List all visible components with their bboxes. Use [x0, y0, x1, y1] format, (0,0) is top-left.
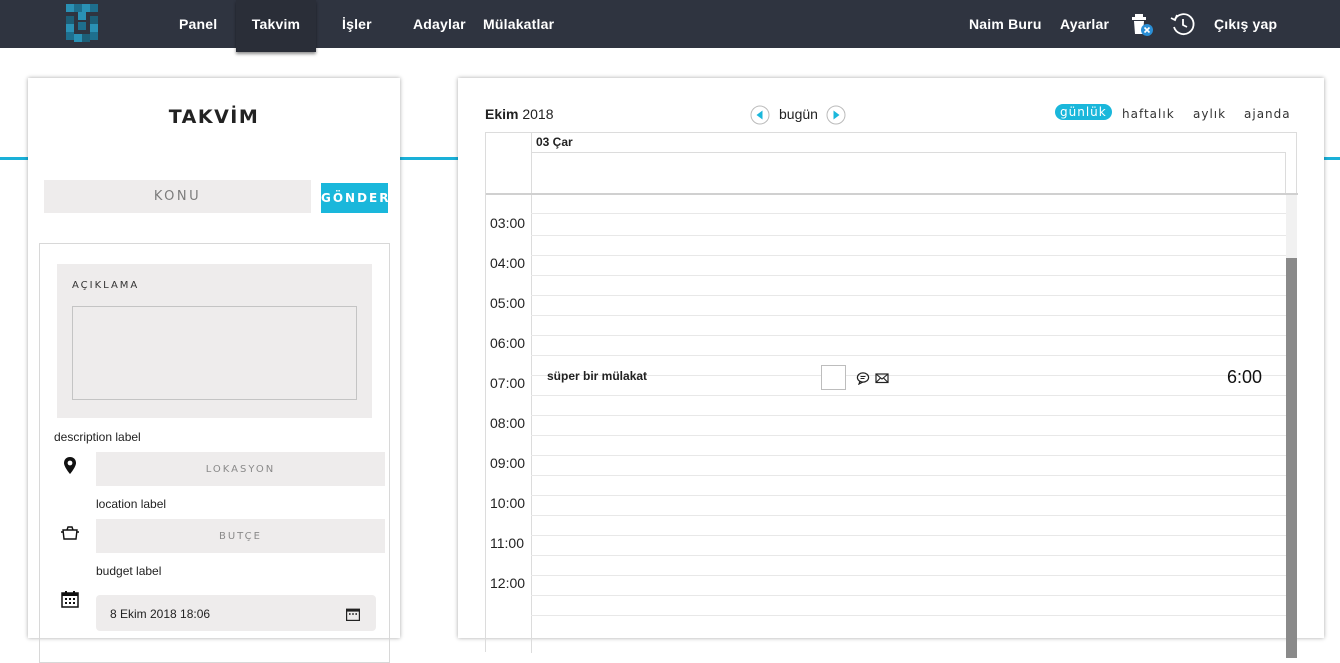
budget-pot-icon [61, 526, 79, 540]
budget-input[interactable] [96, 519, 385, 553]
location-input[interactable] [96, 452, 385, 486]
logout-link[interactable]: Çıkış yap [1214, 0, 1277, 48]
subject-input[interactable] [44, 180, 311, 213]
description-textarea[interactable] [72, 306, 357, 400]
grid-slot-line [531, 395, 1286, 396]
time-label: 05:00 [490, 295, 526, 311]
grid-slot-line [531, 415, 1286, 416]
grid-slot-line [531, 535, 1286, 536]
trash-icon[interactable] [1128, 10, 1156, 38]
date-picker-icon[interactable] [345, 606, 361, 622]
history-icon[interactable] [1169, 10, 1197, 38]
view-weekly[interactable]: haftalık [1122, 107, 1175, 121]
month-title: Ekim 2018 [485, 106, 554, 122]
grid-slot-line [531, 255, 1286, 256]
time-label: 11:00 [490, 535, 524, 551]
day-header[interactable]: 03 Çar [536, 135, 573, 149]
nav-panel[interactable]: Panel [179, 0, 217, 48]
prev-arrow-icon[interactable] [750, 105, 770, 125]
grid-slot-line [531, 555, 1286, 556]
nav-isler[interactable]: İşler [342, 0, 372, 48]
grid-slot-line [531, 275, 1286, 276]
time-label: 07:00 [490, 375, 526, 391]
half-hour-line [531, 213, 1286, 214]
grid-slot-line [531, 515, 1286, 516]
next-arrow-icon[interactable] [826, 105, 846, 125]
grid-slot-line [531, 235, 1286, 236]
time-label: 09:00 [490, 455, 526, 471]
logo-icon[interactable] [64, 4, 100, 44]
location-label: location label [96, 497, 167, 511]
time-label: 06:00 [490, 335, 526, 351]
grid-slot-line [531, 435, 1286, 436]
day-calendar: 03 Çar 03:00 04:00 05:00 06:00 07:00 08:00 09:… [485, 132, 1298, 658]
time-label: 03:00 [490, 215, 526, 231]
nav-adaylar[interactable]: Adaylar [413, 0, 466, 48]
nav-takvim[interactable]: Takvim [236, 0, 316, 52]
grid-slot-line [531, 575, 1286, 576]
event-checkbox[interactable] [821, 365, 846, 390]
calendar-icon [61, 591, 79, 608]
grid-slot-line [531, 455, 1286, 456]
grid-slot-line [531, 475, 1286, 476]
date-picker-field[interactable]: 8 Ekim 2018 18:06 [96, 595, 376, 631]
description-heading: AÇIKLAMA [72, 280, 140, 291]
calendar-panel: Ekim 2018 bugün günlük haftalık aylık aj… [458, 78, 1324, 658]
view-daily[interactable]: günlük [1055, 104, 1112, 120]
event-title[interactable]: süper bir mülakat [547, 369, 647, 383]
view-agenda[interactable]: ajanda [1244, 107, 1291, 121]
settings-link[interactable]: Ayarlar [1060, 0, 1109, 48]
description-box: AÇIKLAMA [57, 264, 372, 418]
grid-slot-line [531, 355, 1286, 356]
scrollbar-thumb[interactable] [1286, 258, 1297, 658]
form-container: AÇIKLAMA description label location labe… [39, 243, 390, 663]
time-grid[interactable]: 03:00 04:00 05:00 06:00 07:00 08:00 09:00 10:00… [486, 195, 1286, 653]
comment-icon[interactable] [856, 371, 870, 385]
time-label: 10:00 [490, 495, 526, 511]
grid-slot-line [531, 615, 1286, 616]
event-time: 6:00 [1227, 367, 1263, 387]
grid-slot-line [531, 335, 1286, 336]
time-label: 12:00 [490, 575, 526, 591]
top-navbar: Panel Takvim İşler Adaylar Mülakatlar Na… [0, 0, 1340, 52]
time-label: 04:00 [490, 255, 526, 271]
today-button[interactable]: bugün [779, 106, 818, 122]
header-divider [531, 133, 532, 194]
grid-slot-line [531, 595, 1286, 596]
grid-slot-line [531, 495, 1286, 496]
panel-header: TAKVİM [28, 78, 400, 158]
mail-icon[interactable] [875, 371, 889, 385]
time-column-divider [531, 195, 532, 653]
user-name-link[interactable]: Naim Buru [969, 0, 1042, 48]
month-name: Ekim [485, 106, 519, 122]
panel-title: TAKVİM [168, 106, 260, 128]
grid-slot-line [531, 295, 1286, 296]
grid-slot-line [531, 315, 1286, 316]
send-button[interactable]: GÖNDER [321, 183, 389, 213]
location-pin-icon [64, 457, 76, 474]
event-form-panel: TAKVİM GÖNDER AÇIKLAMA description label… [28, 78, 400, 663]
view-monthly[interactable]: aylık [1193, 107, 1226, 121]
all-day-right-border [1285, 152, 1286, 194]
description-label: description label [54, 430, 141, 444]
all-day-divider [531, 152, 1285, 153]
budget-label: budget label [96, 564, 162, 578]
time-label: 08:00 [490, 415, 526, 431]
nav-mulakatlar[interactable]: Mülakatlar [483, 0, 554, 48]
year: 2018 [522, 106, 554, 122]
